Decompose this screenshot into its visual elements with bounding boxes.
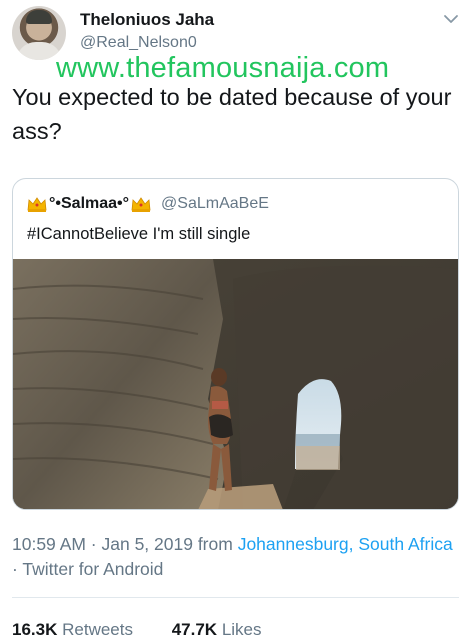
likes-stat[interactable]: 47.7K Likes bbox=[172, 620, 262, 640]
quoted-tweet-header: °•Salmaa•° @SaLmAaBeE bbox=[27, 193, 269, 215]
client-label: Twitter for Android bbox=[22, 559, 164, 579]
likes-count: 47.7K bbox=[171, 620, 218, 639]
avatar-cap bbox=[26, 10, 52, 24]
retweets-label: Retweets bbox=[62, 620, 133, 639]
tweet-text: You expected to be dated because of your… bbox=[12, 84, 452, 144]
divider bbox=[12, 597, 459, 598]
crown-icon bbox=[131, 196, 151, 212]
quoted-author-handle: @SaLmAaBeE bbox=[161, 195, 269, 212]
quoted-tweet[interactable]: °•Salmaa•° @SaLmAaBeE #ICannotBelieve I'… bbox=[12, 178, 459, 510]
quoted-tweet-text: #ICannotBelieve I'm still single bbox=[27, 225, 251, 243]
tweet-stats: 16.3K Retweets 47.7K Likes bbox=[12, 620, 262, 640]
chevron-down-icon[interactable] bbox=[442, 10, 460, 28]
author-handle[interactable]: @Real_Nelson0 bbox=[80, 34, 197, 52]
quoted-author-name: °•Salmaa•° bbox=[49, 195, 130, 212]
location-link[interactable]: Johannesburg, South Africa bbox=[238, 534, 453, 554]
likes-label: Likes bbox=[221, 620, 262, 639]
tweet-timestamp[interactable]: 10:59 AM · Jan 5, 2019 from bbox=[12, 534, 238, 554]
meta-separator: · bbox=[12, 559, 23, 579]
retweets-stat[interactable]: 16.3K Retweets bbox=[12, 620, 133, 640]
quoted-tweet-photo[interactable] bbox=[13, 259, 458, 509]
tweet-meta: 10:59 AM · Jan 5, 2019 from Johannesburg… bbox=[12, 532, 462, 582]
crown-icon bbox=[27, 196, 47, 212]
retweets-count: 16.3K bbox=[12, 620, 58, 639]
author-name[interactable]: Theloniuos Jaha bbox=[80, 10, 214, 30]
